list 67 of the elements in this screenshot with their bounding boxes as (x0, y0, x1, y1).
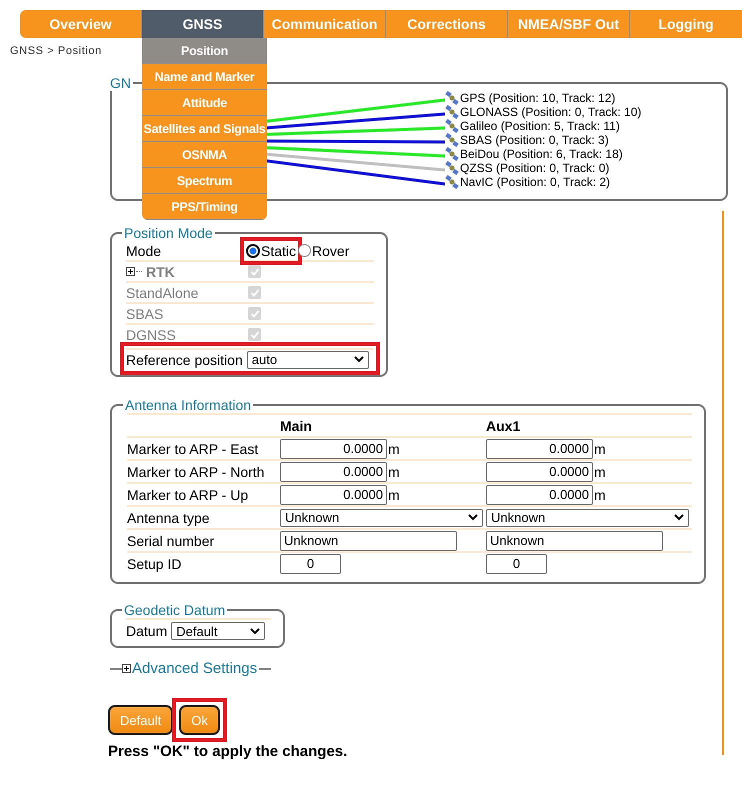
section-link[interactable]: Advanced Settings (132, 660, 258, 677)
satellite-icon (445, 91, 459, 105)
unit-label: m (388, 440, 400, 456)
section-title: Geodetic Datum (124, 602, 226, 618)
field-label: DGNSS (126, 326, 176, 342)
unit-label: m (594, 440, 606, 456)
satellite-icon (445, 133, 459, 147)
input-field[interactable]: 0.0000 (486, 484, 593, 504)
dropdown[interactable]: Unknown (280, 508, 483, 526)
field-label: SBAS (126, 306, 164, 322)
satellite-icon (445, 161, 459, 175)
field-label: Marker to ARP - North (127, 464, 264, 480)
input-field[interactable]: 0.0000 (280, 438, 387, 458)
field-label: StandAlone (126, 284, 198, 300)
unit-label: m (388, 486, 400, 502)
section-title: Position Mode (124, 225, 213, 241)
expand-icon[interactable] (122, 664, 131, 673)
input-field[interactable]: Unknown (280, 530, 457, 550)
field-label: Setup ID (127, 556, 182, 572)
field-label: Reference position (126, 352, 243, 368)
field-label: Marker to ARP - East (127, 440, 258, 456)
field-label: Serial number (127, 532, 214, 548)
dropdown[interactable]: auto (246, 350, 369, 368)
dropdown[interactable]: Default (171, 622, 266, 640)
field-label: Antenna type (127, 510, 210, 526)
caret-icon (468, 514, 478, 521)
expand-icon[interactable] (126, 267, 135, 276)
option-label: Static (261, 242, 296, 258)
breadcrumb: GNSS > Position (10, 45, 102, 59)
section-title: Antenna Information (125, 397, 252, 413)
hint-text: Press "OK" to apply the changes. (108, 743, 348, 760)
radio-button[interactable] (298, 244, 312, 257)
field-label: Marker to ARP - Up (127, 486, 248, 502)
caret-icon (250, 628, 260, 634)
constellation-label: SBAS (Position: 0, Track: 3) (460, 133, 609, 147)
column-header: Main (280, 418, 312, 434)
field-label: Datum (126, 623, 168, 639)
constellation-label: NavIC (Position: 0, Track: 2) (460, 175, 610, 189)
satellite-icon (445, 175, 459, 189)
constellation-label: QZSS (Position: 0, Track: 0) (460, 161, 610, 175)
constellation-label: BeiDou (Position: 6, Track: 18) (460, 147, 623, 161)
dropdown[interactable]: Unknown (486, 508, 689, 526)
caret-icon (354, 356, 364, 363)
unit-label: m (594, 464, 606, 480)
input-field[interactable]: Unknown (486, 530, 663, 550)
input-field[interactable]: 0.0000 (280, 484, 387, 504)
input-field[interactable]: 0.0000 (486, 462, 593, 482)
constellation-label: GLONASS (Position: 0, Track: 10) (460, 105, 642, 119)
field-label: Mode (126, 242, 162, 258)
nav-tab[interactable]: GNSS (142, 10, 264, 38)
constellation-label: GPS (Position: 10, Track: 12) (460, 91, 616, 105)
input-field[interactable]: 0.0000 (280, 462, 387, 482)
unit-label: m (388, 464, 400, 480)
satellite-icon (445, 119, 459, 133)
input-field[interactable]: 0 (280, 554, 341, 574)
column-header: Aux1 (486, 418, 520, 434)
input-field[interactable]: 0.0000 (486, 438, 593, 458)
satellite-icon (445, 147, 459, 161)
field-label: RTK (146, 264, 175, 280)
unit-label: m (594, 486, 606, 502)
input-field[interactable]: 0 (486, 554, 547, 574)
caret-icon (674, 514, 684, 521)
radio-button[interactable] (246, 244, 260, 258)
constellation-label: Galileo (Position: 5, Track: 11) (460, 119, 620, 133)
option-label: Rover (312, 242, 350, 258)
section-title: GN (110, 75, 131, 91)
satellite-icon (445, 105, 459, 119)
